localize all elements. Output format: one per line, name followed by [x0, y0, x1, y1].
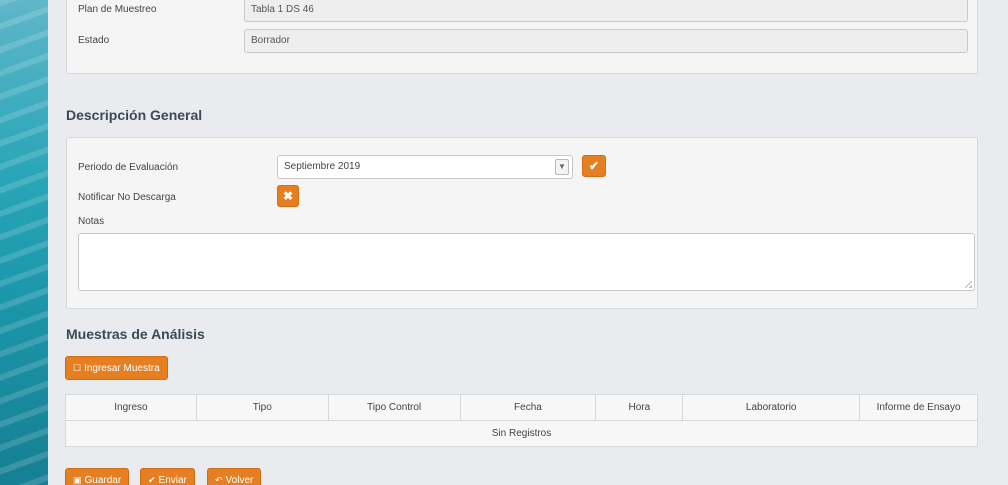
- confirm-periodo-button[interactable]: ✔: [582, 155, 606, 177]
- send-icon: ✔: [148, 475, 156, 485]
- sidebar-background-image: [0, 0, 48, 485]
- empty-table-message: Sin Registros: [65, 420, 978, 447]
- estado-field: Borrador: [244, 29, 968, 53]
- column-header-tipo-control[interactable]: Tipo Control: [327, 394, 461, 421]
- notificar-label: Notificar No Descarga: [78, 192, 176, 203]
- enviar-label: Enviar: [158, 475, 187, 485]
- volver-label: Volver: [225, 475, 254, 485]
- column-header-fecha[interactable]: Fecha: [459, 394, 597, 421]
- guardar-button[interactable]: ▣ Guardar: [65, 468, 130, 485]
- column-header-informe-ensayo[interactable]: Informe de Ensayo: [859, 394, 978, 421]
- descripcion-general-title: Descripción General: [66, 107, 203, 123]
- descripcion-general-panel: Periodo de Evaluación Septiembre 2019 ▼ …: [66, 137, 978, 309]
- plan-muestreo-label: Plan de Muestreo: [78, 4, 157, 15]
- column-header-laboratorio[interactable]: Laboratorio: [682, 394, 861, 421]
- add-icon: ☐: [73, 363, 82, 373]
- main-content: Plan de Muestreo Tabla 1 DS 46 Estado Bo…: [48, 0, 1008, 485]
- chevron-down-icon[interactable]: ▼: [555, 159, 569, 175]
- general-info-panel: Plan de Muestreo Tabla 1 DS 46 Estado Bo…: [66, 0, 978, 74]
- periodo-select[interactable]: Septiembre 2019 ▼: [277, 155, 573, 179]
- table-row: Sin Registros: [65, 420, 978, 447]
- table-header-row: Ingreso Tipo Tipo Control Fecha Hora Lab…: [65, 394, 978, 421]
- plan-muestreo-row: Plan de Muestreo Tabla 1 DS 46: [67, 0, 977, 22]
- resize-handle-icon[interactable]: [965, 281, 972, 288]
- column-header-ingreso[interactable]: Ingreso: [65, 394, 197, 421]
- periodo-label: Periodo de Evaluación: [78, 162, 179, 173]
- notas-label: Notas: [78, 216, 105, 227]
- muestras-analisis-title: Muestras de Análisis: [66, 326, 205, 342]
- notas-textarea[interactable]: [78, 233, 975, 291]
- enviar-button[interactable]: ✔ Enviar: [140, 468, 195, 485]
- check-icon: ✔: [588, 159, 600, 173]
- volver-button[interactable]: ↶ Volver: [207, 468, 262, 485]
- ingresar-muestra-label: Ingresar Muestra: [84, 363, 160, 374]
- column-header-hora[interactable]: Hora: [595, 394, 684, 421]
- estado-row: Estado Borrador: [67, 29, 977, 53]
- guardar-label: Guardar: [84, 475, 122, 485]
- close-icon: ✖: [282, 189, 294, 203]
- column-header-tipo[interactable]: Tipo: [195, 394, 329, 421]
- notificar-toggle-button[interactable]: ✖: [277, 185, 299, 207]
- muestras-table: Ingreso Tipo Tipo Control Fecha Hora Lab…: [65, 394, 978, 447]
- ingresar-muestra-button[interactable]: ☐ Ingresar Muestra: [65, 356, 168, 380]
- periodo-select-value: Septiembre 2019: [284, 161, 361, 172]
- back-icon: ↶: [215, 475, 223, 485]
- plan-muestreo-field: Tabla 1 DS 46: [244, 0, 968, 22]
- save-icon: ▣: [73, 475, 82, 485]
- estado-label: Estado: [78, 35, 110, 46]
